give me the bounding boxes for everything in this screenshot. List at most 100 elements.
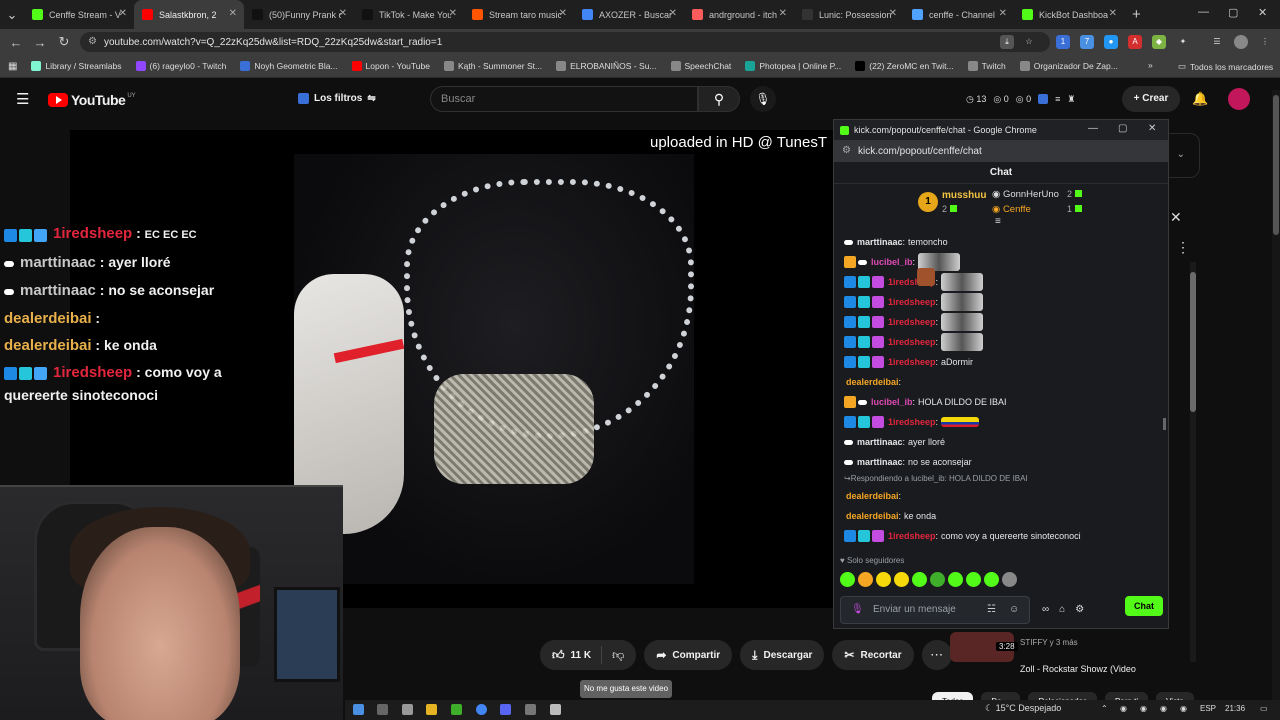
quick-emote-icon[interactable]	[894, 571, 909, 587]
tab-close-icon[interactable]: ✕	[559, 8, 567, 19]
taskbar-app-icon[interactable]	[550, 704, 561, 715]
quick-emote-icon[interactable]	[966, 571, 981, 587]
account-avatar[interactable]	[1228, 88, 1250, 110]
bookmark-item[interactable]: Twitch	[967, 61, 1006, 71]
clip-button[interactable]: ✂ Recortar	[832, 640, 914, 670]
quick-emote-icon[interactable]	[930, 571, 945, 587]
notifications-icon[interactable]: ▭	[1260, 704, 1268, 713]
all-bookmarks-folder[interactable]: ▭ Todos los marcadores	[1178, 61, 1273, 72]
browser-tab[interactable]: Salastkbron, 2 ✕	[134, 0, 244, 29]
extension-icon[interactable]: 7	[1080, 35, 1094, 49]
browser-tab[interactable]: andrground - itch ✕	[684, 0, 794, 29]
create-button[interactable]: + Crear	[1122, 86, 1180, 112]
chat-username[interactable]: dealerdeibai	[846, 490, 899, 502]
site-info-icon[interactable]: ⚙	[842, 145, 851, 156]
store-icon[interactable]: ⌂	[1059, 604, 1065, 615]
share-button[interactable]: ➦ Compartir	[644, 640, 733, 670]
folder-icon[interactable]	[426, 704, 437, 715]
kick-url-bar[interactable]: ⚙ kick.com/popout/cenffe/chat	[834, 140, 1168, 162]
weather-widget[interactable]: ☾ 15°C Despejado	[985, 703, 1061, 714]
chat-username[interactable]: 1iredsheep	[888, 296, 936, 308]
browser-tab[interactable]: AXOZER - Buscar ✕	[574, 0, 684, 29]
search-input[interactable]: Buscar	[430, 86, 698, 112]
chat-username[interactable]: 1iredsheep	[888, 530, 936, 542]
tray-app-icon[interactable]: ◉	[1160, 704, 1167, 713]
url-input[interactable]: ⚙ youtube.com/watch?v=Q_22zKq25dw&list=R…	[80, 32, 1050, 52]
bookmark-item[interactable]: SpeechChat	[670, 61, 731, 71]
minimize-icon[interactable]: —	[1198, 6, 1209, 18]
tray-app-icon[interactable]: ◉	[1120, 704, 1127, 713]
download-button[interactable]: ⤓ Descargar	[740, 640, 825, 670]
bookmark-star-icon[interactable]: ☆	[1022, 35, 1036, 49]
leader-first-name[interactable]: musshuu	[942, 190, 986, 201]
tab-close-icon[interactable]: ✕	[779, 8, 787, 19]
emote-picker-icon[interactable]: ☵	[987, 597, 996, 623]
more-bookmarks-icon[interactable]: »	[1148, 60, 1153, 70]
dislike-button[interactable]: 👎︎	[602, 648, 636, 663]
apps-grid-icon[interactable]: ▦	[8, 61, 17, 72]
language-indicator[interactable]: ESP	[1200, 704, 1216, 713]
browser-tab[interactable]: Lunic: Possession ✕	[794, 0, 904, 29]
browser-tab[interactable]: KickBot Dashboa ✕	[1014, 0, 1124, 29]
profile-avatar[interactable]	[1234, 35, 1248, 49]
reading-list-icon[interactable]: ☰	[1210, 35, 1224, 49]
page-scrollbar-thumb[interactable]	[1273, 95, 1279, 235]
tab-close-icon[interactable]: ✕	[119, 8, 127, 19]
chat-username[interactable]: marttinaac	[857, 236, 903, 248]
bookmark-item[interactable]: Lopon - YouTube	[351, 61, 430, 71]
tray-app-icon[interactable]: ◉	[1180, 704, 1187, 713]
new-tab-button[interactable]: +	[1132, 6, 1141, 23]
bookmark-item[interactable]: Library / Streamlabs	[31, 61, 122, 71]
suggested-video[interactable]: 3:28 STIFFY y 3 más Zoll - Rockstar Show…	[932, 632, 1172, 674]
bookmark-item[interactable]: Kąth - Summoner St...	[443, 61, 542, 71]
quick-emote-icon[interactable]	[876, 571, 891, 587]
adblock-icon[interactable]: A	[1128, 35, 1142, 49]
browser-tab[interactable]: Cenffe Stream - V ✕	[24, 0, 134, 29]
kick-minimize-icon[interactable]: —	[1088, 123, 1098, 134]
tab-search-icon[interactable]: ⌄	[0, 7, 24, 23]
forward-icon[interactable]: →	[28, 35, 52, 50]
bookmark-item[interactable]: Organizador De Zap...	[1019, 61, 1118, 71]
chrome-menu-icon[interactable]: ⋮	[1258, 35, 1272, 49]
taskbar-app-icon[interactable]	[525, 704, 536, 715]
tab-close-icon[interactable]: ✕	[1109, 8, 1117, 19]
quick-emote-icon[interactable]	[912, 571, 927, 587]
chat-username[interactable]: lucibel_ib	[871, 396, 913, 408]
bookmark-item[interactable]: (22) ZeroMC en Twit...	[855, 61, 954, 71]
maximize-icon[interactable]: ▢	[1228, 6, 1238, 19]
notifications-bell-icon[interactable]: 🔔	[1192, 91, 1208, 107]
chat-username[interactable]: lucibel_ib	[871, 256, 913, 268]
reload-icon[interactable]: ↻	[52, 34, 76, 50]
extension-icon[interactable]: ◆	[1152, 35, 1166, 49]
kick-close-icon[interactable]: ✕	[1148, 123, 1156, 134]
chat-username[interactable]: 1iredsheep	[888, 336, 936, 348]
browser-tab[interactable]: Stream taro music ✕	[464, 0, 574, 29]
tab-close-icon[interactable]: ✕	[889, 8, 897, 19]
filters-button[interactable]: Los filtros ⇋	[298, 93, 376, 104]
kick-maximize-icon[interactable]: ▢	[1118, 123, 1127, 134]
tab-close-icon[interactable]: ✕	[339, 8, 347, 19]
pinned-toggle-icon[interactable]: ≡	[995, 216, 1001, 227]
browser-tab[interactable]: cenffe - Channel ✕	[904, 0, 1014, 29]
page-scrollbar[interactable]	[1272, 90, 1280, 710]
mic-icon[interactable]: 🎙	[851, 597, 864, 623]
voice-search-button[interactable]: 🎙	[750, 86, 776, 112]
leader-second-name[interactable]: ◉ GonnHerUno	[992, 189, 1059, 200]
clock[interactable]: 21:36	[1225, 704, 1245, 713]
leader-third-name[interactable]: ◉ Cenffe	[992, 204, 1031, 215]
quick-emote-icon[interactable]	[840, 571, 855, 587]
browser-tab[interactable]: (50)Funny Prank c ✕	[244, 0, 354, 29]
search-button[interactable]: ⚲	[698, 86, 740, 112]
discord-icon[interactable]	[500, 704, 511, 715]
trophy-icon[interactable]: ♜	[1067, 94, 1075, 105]
kick-scroll-thumb[interactable]	[1163, 418, 1166, 430]
chat-username[interactable]: dealerdeibai	[846, 376, 899, 388]
taskbar-app-icon[interactable]	[377, 704, 388, 715]
taskbar-app-icon[interactable]	[402, 704, 413, 715]
hamburger-menu-icon[interactable]: ☰	[16, 90, 29, 108]
chrome-icon[interactable]	[476, 704, 487, 715]
tray-chevron-icon[interactable]: ⌃	[1101, 704, 1108, 713]
kick-message-list[interactable]: marttinaac: temoncho lucibel_ib:1iredsheep…	[834, 228, 1168, 542]
tab-close-icon[interactable]: ✕	[229, 8, 237, 19]
chat-username[interactable]: marttinaac	[857, 456, 903, 468]
